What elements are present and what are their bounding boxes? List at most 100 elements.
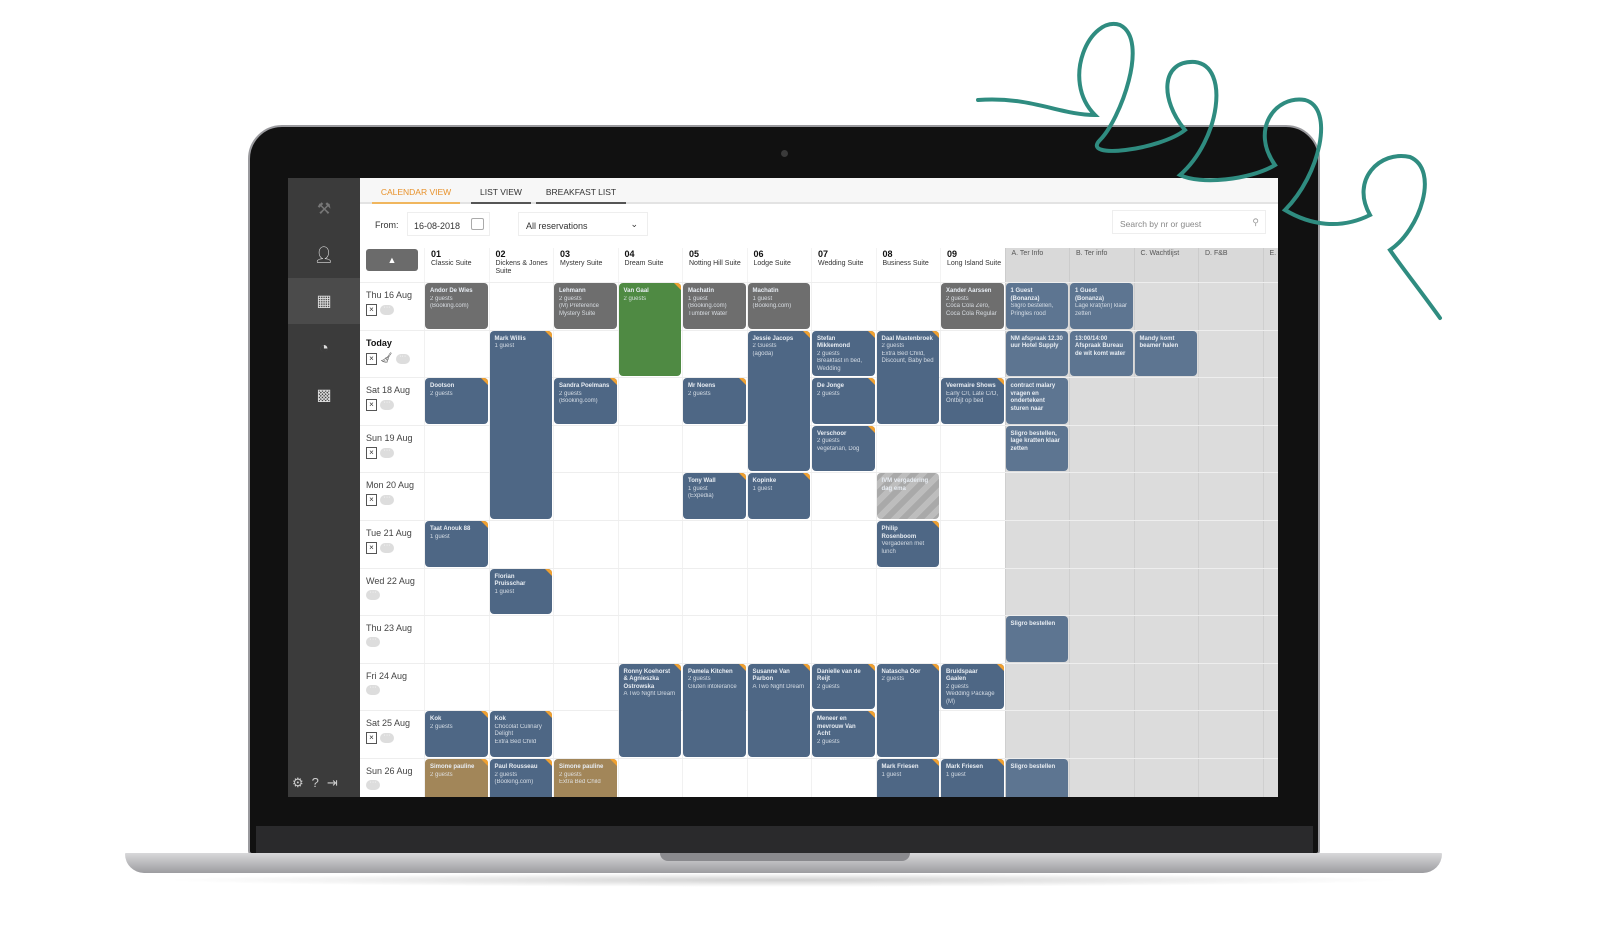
calendar-icon[interactable]: ▦	[288, 278, 360, 324]
comment-icon[interactable]: ···	[380, 494, 394, 506]
note-flag-icon	[738, 378, 746, 386]
booking-card[interactable]: Taat Anouk 88 1 guest	[425, 521, 488, 567]
booking-card[interactable]: 1 Guest (Bonanza) Lage krat(ten) klaar ze…	[1070, 283, 1133, 329]
booking-card[interactable]: IVM vergadering dag ema	[876, 473, 939, 519]
booking-card[interactable]: Xander Aarssen 2 guests Coca Cola Zero, Co…	[941, 283, 1004, 329]
booking-card[interactable]: Mark Willis 1 guest	[489, 330, 552, 519]
booking-card[interactable]: Tony Wall 1 guest (Expedia)	[683, 473, 746, 519]
booking-card[interactable]: Lehmann 2 guests (M) Preference Mystery Su…	[554, 283, 617, 329]
search-input[interactable]: Search by nr or guest ⚲	[1112, 210, 1266, 234]
column-header[interactable]: E.	[1262, 248, 1278, 282]
booking-card[interactable]: Mr Noens 2 guests	[683, 378, 746, 424]
booking-card[interactable]: Mark Friesen 1 guest	[941, 759, 1004, 797]
logout-icon[interactable]: ⇥	[327, 775, 338, 791]
calendar-picker-icon[interactable]	[471, 218, 484, 230]
column-header[interactable]: 05 Notting Hill Suite	[682, 248, 747, 282]
booking-card[interactable]: Bruidspaar Gaalen 2 guests Wedding Package…	[941, 663, 1004, 710]
comment-icon[interactable]: ···	[380, 732, 394, 744]
column-header[interactable]: C. Wachtlijst	[1133, 248, 1198, 282]
comment-icon[interactable]: ···	[366, 589, 380, 600]
day-label: Sat 18 Aug	[366, 385, 411, 396]
booking-card[interactable]: Ronny Koehorst & Agnieszka Ostrowska A Tw…	[618, 663, 681, 757]
column-header[interactable]: 06 Lodge Suite	[746, 248, 812, 282]
comment-icon[interactable]: ···	[380, 399, 394, 411]
tab-calendar-view[interactable]: CALENDAR VIEW	[372, 187, 460, 204]
clipboard-x-icon[interactable]: ×	[366, 352, 377, 365]
booking-card[interactable]: Dootson 2 guests	[425, 378, 488, 424]
search-icon[interactable]: ⚲	[1252, 217, 1259, 228]
user-icon[interactable]: 👤︎	[288, 232, 360, 278]
booking-card[interactable]: Pamela Kitchen 2 guests Gluten intolerance	[683, 663, 746, 757]
help-icon[interactable]: ?	[312, 775, 319, 791]
column-header[interactable]: 08 Business Suite	[875, 248, 941, 282]
booking-card[interactable]: Sligro bestellen	[1005, 759, 1068, 797]
booking-card[interactable]: Susanne Van Parbon A Two Night Dream	[747, 663, 810, 757]
column-header[interactable]: 07 Wedding Suite	[811, 248, 876, 282]
booking-card[interactable]: Florian Pruisschar 1 guest	[489, 568, 552, 615]
booking-card[interactable]: contract malary vragen en ondertekent st…	[1005, 378, 1068, 424]
booking-card[interactable]: Machatin 1 guest (Booking.com) Tumbler Wate…	[683, 283, 746, 329]
column-header[interactable]: B. Ter info	[1069, 248, 1134, 282]
booking-card[interactable]: Meneer en mevrouw Van Acht 2 guests	[812, 711, 875, 757]
booking-card[interactable]: Mandy komt beamer halen	[1134, 330, 1197, 377]
column-header[interactable]: 03 Mystery Suite	[553, 248, 618, 282]
booking-card[interactable]: Machatin 1 guest (Booking.com)	[747, 283, 810, 329]
comment-icon[interactable]: ···	[395, 353, 410, 364]
booking-card[interactable]: Sligro bestellen, lage kratten klaar zet…	[1005, 425, 1068, 472]
reservation-filter-select[interactable]: All reservations ⌄	[518, 212, 648, 236]
comment-icon[interactable]: ···	[366, 779, 380, 790]
tab-breakfast-list[interactable]: BREAKFAST LIST	[536, 187, 626, 204]
booking-card[interactable]: Van Gaal 2 guests	[618, 283, 681, 377]
column-header[interactable]: 02 Dickens & Jones Suite	[488, 248, 554, 282]
booking-card[interactable]: Veermaire Shows Early C/I, Late C/O, Ontb…	[941, 378, 1004, 424]
day-row	[360, 520, 1278, 568]
booking-card[interactable]: Simone pauline 2 guests Extra Bed Child	[554, 759, 617, 797]
booking-card[interactable]: Sligro bestellen	[1005, 616, 1068, 662]
booking-detail: A Two Night Dream	[623, 691, 676, 698]
scroll-up-button[interactable]: ▲	[366, 249, 418, 271]
booking-card[interactable]: Daal Mastenbroek 2 guests Extra Bed Child,…	[876, 330, 939, 424]
hammer-icon[interactable]: ⚒	[288, 186, 360, 232]
booking-card[interactable]: Andor De Wies 2 guests (Booking.com)	[425, 283, 488, 329]
booking-card[interactable]: De Jonge 2 guests	[812, 378, 875, 424]
column-header[interactable]: D. F&B	[1198, 248, 1263, 282]
booking-card[interactable]: NM afspraak 12.30 uur Hotel Supply	[1005, 330, 1068, 377]
clipboard-x-icon[interactable]: ×	[366, 732, 377, 745]
pie-chart-icon[interactable]: ◔	[288, 326, 360, 372]
gear-icon[interactable]: ⚙	[292, 775, 304, 791]
booking-card[interactable]: Kok Chocolat Culinary Delight Extra Bed Ch…	[489, 711, 552, 757]
clipboard-x-icon[interactable]: ×	[366, 304, 377, 316]
booking-card[interactable]: Simone pauline 2 guests	[425, 759, 488, 797]
grid-calendar-icon[interactable]: ▩	[288, 372, 360, 418]
booking-card[interactable]: Verschoor 2 guests vegetarian, Dog	[812, 425, 875, 472]
comment-icon[interactable]: ···	[380, 447, 394, 458]
clipboard-x-icon[interactable]: ×	[366, 542, 377, 554]
tab-list-view[interactable]: LIST VIEW	[471, 187, 531, 204]
booking-card[interactable]: Kok 2 guests	[425, 711, 488, 757]
column-header[interactable]: 01 Classic Suite	[424, 248, 489, 282]
booking-card[interactable]: 1 Guest (Bonanza) Sligro bestellen, Pring…	[1005, 283, 1068, 329]
booking-card[interactable]: Philip Rosenboom Vergaderen met lunch	[876, 521, 939, 567]
booking-card[interactable]: 13:00/14:00 Afspraak Bureau de wit komt …	[1070, 330, 1133, 377]
column-header[interactable]: 04 Dream Suite	[617, 248, 683, 282]
broom-icon[interactable]: 🧹︎	[380, 353, 393, 364]
booking-card[interactable]: Mark Friesen 1 guest	[876, 759, 939, 797]
comment-icon[interactable]: ···	[366, 684, 380, 695]
booking-card[interactable]: Danielle van de Reijt 2 guests	[812, 663, 875, 710]
clipboard-x-icon[interactable]: ×	[366, 494, 377, 507]
column-header[interactable]: 09 Long Island Suite	[940, 248, 1005, 282]
comment-icon[interactable]: ···	[380, 304, 394, 315]
booking-card[interactable]: Natascha Oor 2 guests	[876, 663, 939, 757]
booking-card[interactable]: Kopinke 1 guest	[747, 473, 810, 519]
booking-card[interactable]: Sandra Poelmans 2 guests (Booking.com)	[554, 378, 617, 424]
guest-name: contract malary vragen en ondertekent st…	[1010, 383, 1056, 412]
comment-icon[interactable]: ···	[380, 542, 394, 553]
comment-icon[interactable]: ···	[366, 636, 380, 648]
booking-card[interactable]: Jessie Jacops 2 Guests (agoda)	[747, 330, 810, 472]
clipboard-x-icon[interactable]: ×	[366, 399, 377, 412]
booking-card[interactable]: Paul Rousseau 2 guests (Booking.com)	[489, 759, 552, 797]
booking-card[interactable]: Stefan Mikkemond 2 guests Breakfast in bed…	[812, 330, 875, 377]
from-date-field[interactable]: 16-08-2018	[407, 212, 490, 236]
clipboard-x-icon[interactable]: ×	[366, 446, 377, 459]
column-header[interactable]: A. Ter Info	[1004, 248, 1069, 282]
